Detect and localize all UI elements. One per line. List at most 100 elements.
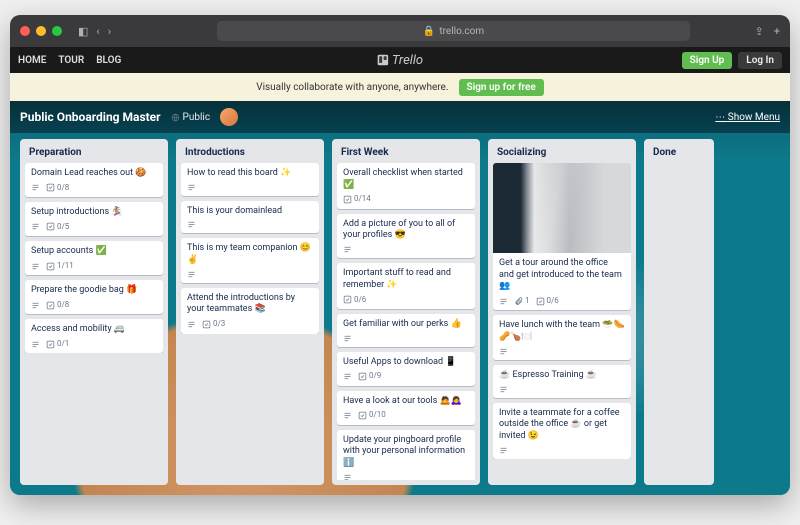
card-title: Attend the introductions by your teammat… bbox=[187, 293, 313, 316]
attachment-badge: 1 bbox=[514, 296, 530, 306]
description-icon bbox=[499, 297, 508, 306]
checklist-badge: 1/11 bbox=[46, 261, 74, 271]
promo-cta-button[interactable]: Sign up for free bbox=[459, 79, 544, 96]
browser-chrome: ◧ ‹ › 🔒 trello.com ⇪ + bbox=[10, 15, 790, 47]
list: Done bbox=[644, 139, 714, 485]
card[interactable]: Prepare the goodie bag 🎁 0/8 bbox=[25, 280, 163, 314]
list-title[interactable]: Preparation bbox=[25, 144, 163, 163]
description-icon bbox=[187, 220, 196, 229]
card[interactable]: Add a picture of you to all of your prof… bbox=[337, 214, 475, 258]
card[interactable]: Attend the introductions by your teammat… bbox=[181, 288, 319, 334]
board-header: Public Onboarding Master Public ⋯ Show M… bbox=[10, 101, 790, 133]
description-icon bbox=[343, 372, 352, 381]
card[interactable]: Access and mobility 🚐 0/1 bbox=[25, 319, 163, 353]
card[interactable]: Have a look at our tools 🙇🙇‍♀️ 0/10 bbox=[337, 391, 475, 425]
checklist-badge: 0/9 bbox=[358, 371, 381, 381]
checklist-badge: 0/1 bbox=[46, 339, 69, 349]
list-title[interactable]: Socializing bbox=[493, 144, 631, 163]
checklist-badge: 0/6 bbox=[343, 295, 366, 305]
brand-logo[interactable]: Trello bbox=[377, 53, 423, 68]
member-avatar[interactable] bbox=[220, 108, 238, 126]
description-icon bbox=[343, 473, 352, 480]
description-icon bbox=[499, 385, 508, 394]
share-icon[interactable]: ⇪ bbox=[755, 25, 764, 38]
card-title: Prepare the goodie bag 🎁 bbox=[31, 285, 157, 297]
back-icon[interactable]: ‹ bbox=[96, 25, 99, 38]
card[interactable]: Overall checklist when started ✅ 0/14 bbox=[337, 163, 475, 209]
card-title: This is my team companion 😊✌️ bbox=[187, 243, 313, 266]
card[interactable]: ☕ Espresso Training ☕ bbox=[493, 365, 631, 398]
checklist-badge: 0/14 bbox=[343, 194, 371, 204]
new-tab-icon[interactable]: + bbox=[774, 25, 780, 38]
description-icon bbox=[31, 262, 40, 271]
list: Socializing Get a tour around the office … bbox=[488, 139, 636, 485]
card[interactable]: This is your domainlead bbox=[181, 201, 319, 234]
forward-icon[interactable]: › bbox=[108, 25, 111, 38]
card-title: Useful Apps to download 📱 bbox=[343, 357, 469, 369]
description-icon bbox=[187, 183, 196, 192]
description-icon bbox=[187, 270, 196, 279]
description-icon bbox=[499, 347, 508, 356]
nav-tour[interactable]: TOUR bbox=[58, 55, 84, 66]
address-bar[interactable]: 🔒 trello.com bbox=[217, 21, 690, 41]
promo-banner: Visually collaborate with anyone, anywhe… bbox=[10, 73, 790, 101]
promo-text: Visually collaborate with anyone, anywhe… bbox=[256, 82, 448, 93]
checklist-badge: 0/10 bbox=[358, 410, 386, 420]
description-icon bbox=[343, 411, 352, 420]
card[interactable]: Domain Lead reaches out 🍪 0/8 bbox=[25, 163, 163, 197]
card-title: Setup introductions 🏂 bbox=[31, 207, 157, 219]
show-menu-button[interactable]: ⋯ Show Menu bbox=[715, 112, 780, 123]
card[interactable]: Important stuff to read and remember ✨ 0… bbox=[337, 263, 475, 309]
card-title: Have a look at our tools 🙇🙇‍♀️ bbox=[343, 396, 469, 408]
card-title: Setup accounts ✅ bbox=[31, 246, 157, 258]
card-title: Access and mobility 🚐 bbox=[31, 324, 157, 336]
board-visibility[interactable]: Public bbox=[171, 112, 211, 123]
list: Introductions How to read this board ✨ Thi… bbox=[176, 139, 324, 485]
card[interactable]: How to read this board ✨ bbox=[181, 163, 319, 196]
card-title: Invite a teammate for a coffee outside t… bbox=[499, 408, 625, 443]
card-title: ☕ Espresso Training ☕ bbox=[499, 370, 625, 382]
checklist-badge: 0/8 bbox=[46, 300, 69, 310]
card[interactable]: This is my team companion 😊✌️ bbox=[181, 238, 319, 282]
card[interactable]: Update your pingboard profile with your … bbox=[337, 430, 475, 480]
login-button[interactable]: Log In bbox=[738, 52, 782, 69]
nav-home[interactable]: HOME bbox=[18, 55, 46, 66]
description-icon bbox=[499, 446, 508, 455]
window-controls[interactable] bbox=[20, 26, 62, 36]
card-title: This is your domainlead bbox=[187, 206, 313, 218]
card-title: Add a picture of you to all of your prof… bbox=[343, 219, 469, 242]
globe-icon bbox=[171, 113, 180, 122]
card-title: Get familiar with our perks 👍 bbox=[343, 319, 469, 331]
description-icon bbox=[31, 301, 40, 310]
card[interactable]: Have lunch with the team 🥗🌭🥜🍗🍽️ bbox=[493, 315, 631, 359]
card-title: How to read this board ✨ bbox=[187, 168, 313, 180]
card-title: Update your pingboard profile with your … bbox=[343, 435, 469, 470]
list-title[interactable]: Introductions bbox=[181, 144, 319, 163]
card-title: Important stuff to read and remember ✨ bbox=[343, 268, 469, 291]
checklist-badge: 0/3 bbox=[202, 319, 225, 329]
list-title[interactable]: First Week bbox=[337, 144, 475, 163]
lock-icon: 🔒 bbox=[423, 26, 435, 37]
description-icon bbox=[343, 245, 352, 254]
card[interactable]: Invite a teammate for a coffee outside t… bbox=[493, 403, 631, 459]
description-icon bbox=[31, 183, 40, 192]
card-title: Get a tour around the office and get int… bbox=[499, 258, 625, 293]
card-title: Domain Lead reaches out 🍪 bbox=[31, 168, 157, 180]
url-text: trello.com bbox=[439, 26, 484, 37]
card[interactable]: Setup introductions 🏂 0/5 bbox=[25, 202, 163, 236]
list: First WeekOverall checklist when started… bbox=[332, 139, 480, 485]
card[interactable]: Get a tour around the office and get int… bbox=[493, 163, 631, 310]
description-icon bbox=[31, 222, 40, 231]
card-cover-image bbox=[493, 163, 631, 253]
list-title[interactable]: Done bbox=[649, 144, 709, 163]
card[interactable]: Useful Apps to download 📱 0/9 bbox=[337, 352, 475, 386]
description-icon bbox=[343, 334, 352, 343]
checklist-badge: 0/6 bbox=[536, 296, 559, 306]
list: PreparationDomain Lead reaches out 🍪 0/8… bbox=[20, 139, 168, 485]
sidebar-toggle-icon[interactable]: ◧ bbox=[78, 25, 88, 38]
card[interactable]: Setup accounts ✅ 1/11 bbox=[25, 241, 163, 275]
card[interactable]: Get familiar with our perks 👍 bbox=[337, 314, 475, 347]
signup-button[interactable]: Sign Up bbox=[682, 52, 733, 69]
nav-blog[interactable]: BLOG bbox=[96, 55, 121, 66]
checklist-badge: 0/8 bbox=[46, 183, 69, 193]
